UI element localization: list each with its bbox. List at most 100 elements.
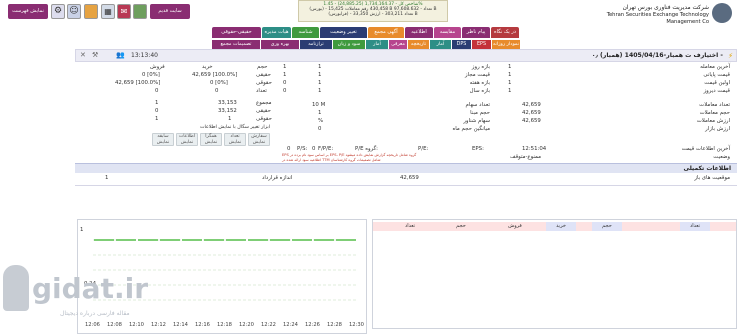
clock-time: 13:13:40 [131, 52, 158, 59]
company-name: شرکت مدیریت فناوری بورس تهران Tehran Sec… [579, 5, 709, 26]
legal-cell: 1 [155, 116, 159, 122]
tab-status-change[interactable]: تغییر وضعیت [320, 27, 367, 38]
orderbook-panel [372, 219, 737, 329]
tab-board-of-directors[interactable]: هیات مدیره [262, 27, 291, 38]
mid-stat-value: 10 M [312, 102, 326, 108]
group-pe-label: P/E گروه: [355, 146, 378, 152]
tab-dps[interactable]: DPS [452, 40, 471, 49]
tab-at-a-glance[interactable]: در یک نگاه [491, 27, 519, 38]
x-tick-label: 12:08 [107, 322, 122, 328]
legal-cell: 0 [215, 88, 219, 94]
tab-announcements[interactable]: اطلاعیه [405, 27, 433, 38]
mid-stat-label: تعداد سهام [465, 102, 490, 108]
tools-icon[interactable]: ⚒ [92, 51, 98, 59]
tab-productivity[interactable]: بهره وری [261, 40, 299, 49]
orderbook-col-buy: خرید [546, 222, 576, 231]
contract-size-label: اندازه قرارداد [262, 175, 293, 181]
last-update-label: آخرین اطلاعات قیمت [681, 146, 730, 152]
tab-history[interactable]: تاریخچه [408, 40, 429, 49]
gear-icon[interactable]: ⚙ [51, 4, 65, 19]
folder-icon[interactable] [133, 4, 147, 19]
company-name-en: Tehran Securities Exchange Technology Ma… [606, 12, 709, 25]
tool-button[interactable]: تعداد نمایش [224, 133, 246, 146]
ps-label: P/S: [297, 146, 308, 152]
legal-cell: 33,152 [218, 108, 237, 114]
symbol-title: اختیارف ت همبار-1405/04/16 (همبار) ۰٫ - [591, 52, 723, 59]
tool-button[interactable]: اطلاعات نمایش [176, 133, 198, 146]
legal-cell: حقوقی [256, 116, 272, 122]
legal-cell: 1 [283, 72, 287, 78]
mid-stat-label: حجم مبنا [470, 110, 490, 116]
range-value: 1 [318, 88, 322, 94]
range-label: بازه روز [471, 64, 490, 70]
x-tick-label: 12:26 [305, 322, 320, 328]
watermark-brand: gidat.ir [32, 272, 149, 305]
x-tick-label: 12:18 [217, 322, 232, 328]
tab-company-stats[interactable]: آمار شرکت [366, 40, 388, 56]
fpe-label: F/P/E: [318, 146, 334, 152]
open-positions-label: موقعیت های باز [694, 175, 730, 181]
x-tick-label: 12:16 [195, 322, 210, 328]
tab-compare[interactable]: مقایسه [434, 27, 461, 38]
x-tick-label: 12:24 [283, 322, 298, 328]
legal-cell: 42,659 [100.0%] [192, 72, 238, 78]
stat-value: 1 [508, 64, 512, 70]
legal-cell: 0 [155, 88, 159, 94]
legal-cell: فروش [150, 64, 165, 70]
stat-value: 42,659 [522, 118, 541, 124]
tab-identifier[interactable]: شناسه [292, 27, 319, 38]
orderbook-col-count: تعداد [404, 223, 416, 229]
watermark-subtitle: مقاله فارسی درباره دیجیتال [60, 310, 130, 317]
range-label: قیمت مجاز [465, 72, 490, 78]
tab-stats[interactable]: آمار [430, 40, 451, 49]
tool-button[interactable]: سفارش نمایش [248, 133, 270, 146]
tools-caption: ابزار تغییر سگال با نمایش اطلاعات [200, 125, 271, 130]
market-index-box: شاخص کل - 1,734,164.37 (24,885.25) - 1.4… [298, 0, 448, 22]
tool-button[interactable]: سابقه نمایش [152, 133, 174, 146]
flash-icon: ⚡ [728, 52, 733, 60]
tab-intro[interactable]: معرفی [389, 40, 407, 49]
x-tick-label: 12:14 [173, 322, 188, 328]
tab-supervisor-message[interactable]: پیام ناظر [462, 27, 490, 38]
people-icon[interactable]: 👥 [116, 51, 125, 59]
range-value: 1 [318, 64, 322, 70]
mid-stat-value: 0 [318, 126, 322, 132]
stat-value: 42,659 [522, 102, 541, 108]
stat-value: 42,659 [522, 110, 541, 116]
tab-balance-sheet[interactable]: ترازنامه [300, 40, 332, 49]
tool-button[interactable]: همگرا نمایش [200, 133, 222, 146]
mid-stat-label: میانگین حجم ماه [452, 126, 490, 132]
range-value: 1 [318, 80, 322, 86]
tab-assembly-notice[interactable]: آگهی مجمع [368, 27, 404, 38]
company-name-fa: شرکت مدیریت فناوری بورس تهران [622, 5, 709, 11]
tab-eps[interactable]: EPS [472, 40, 491, 49]
y-tick-label: 1 [80, 227, 84, 233]
x-tick-label: 12:30 [349, 322, 364, 328]
legal-cell: مجموع [256, 100, 272, 106]
pe-label: P/E: [418, 146, 429, 152]
user-icon[interactable]: ☺ [67, 4, 81, 19]
ps-value: 0 [287, 146, 291, 152]
watchlist-button[interactable]: نمایش فهرست [8, 4, 48, 19]
legal-cell: 0 [283, 88, 287, 94]
mid-stat-value: 1 [318, 110, 322, 116]
legal-cell: حقیقی [256, 108, 271, 114]
tab-individual-legal[interactable]: حقیقی-حقوقی [212, 27, 261, 38]
tab-assembly-decisions[interactable]: تصمیمات مجمع [212, 40, 260, 49]
orderbook-col-volume: حجم [456, 223, 466, 229]
tab-daily-chart[interactable]: نمودار روزانه [492, 40, 520, 49]
close-icon[interactable]: ✕ [80, 51, 86, 59]
x-tick-label: 12:28 [327, 322, 342, 328]
calculator-icon[interactable] [84, 4, 98, 19]
mail-icon[interactable]: ✉ [117, 4, 131, 19]
tab-profit-loss[interactable]: سود و زیان [333, 40, 365, 49]
legal-cell: 1 [228, 116, 232, 122]
x-tick-label: 12:22 [261, 322, 276, 328]
contract-size-value: 1 [105, 175, 109, 181]
grid-icon[interactable]: ▦ [101, 4, 115, 19]
legal-cell: حجم [257, 64, 268, 70]
old-site-button[interactable]: سایت قدیم [150, 4, 190, 19]
open-positions-value: 42,659 [400, 175, 419, 181]
stat-value: 1 [508, 88, 512, 94]
range-label: بازه سال [469, 88, 490, 94]
